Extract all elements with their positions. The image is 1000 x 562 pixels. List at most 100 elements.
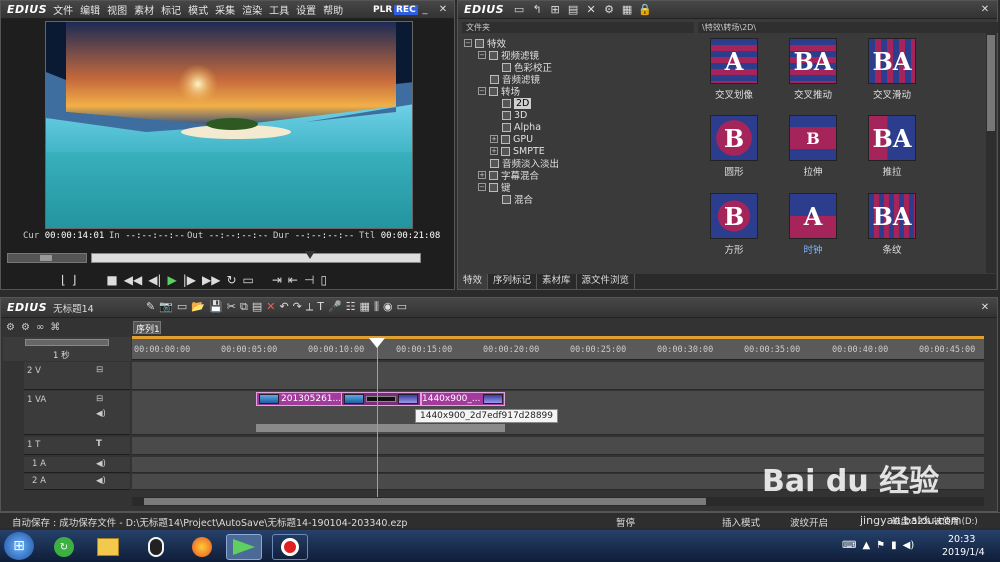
text-icon[interactable]: T (317, 300, 324, 314)
clock-date[interactable]: 2019/1/4 (942, 547, 985, 558)
image-clip[interactable]: 1440x900_... (421, 392, 505, 406)
layout-icon[interactable]: ▭ (397, 300, 407, 314)
insert-mode-status[interactable]: 插入模式 (722, 515, 760, 529)
audio-icon[interactable]: ◀) (96, 409, 106, 419)
tab-library[interactable]: 素材库 (537, 274, 577, 289)
tree-item[interactable]: − 特效 (464, 37, 506, 50)
effect-item[interactable]: A 交叉划像 (706, 38, 762, 101)
tree-item-selected[interactable]: 2D (502, 97, 532, 109)
taskbar-app[interactable]: ↻ (46, 534, 82, 560)
track-header-1va[interactable]: 1 VA ⊟ ◀) (24, 391, 130, 435)
video-preview[interactable] (45, 21, 413, 229)
stop-icon[interactable]: ■ (106, 273, 117, 287)
tree-item[interactable]: 3D (502, 109, 527, 121)
keyboard-icon[interactable]: ⌨ (842, 540, 856, 551)
track-header-2v[interactable]: 2 V ⊟ (24, 362, 130, 390)
menu-tools[interactable]: 工具 (269, 2, 289, 17)
set-out-icon[interactable]: ⌋ (72, 273, 77, 287)
track-toggle-icon[interactable]: ⊟ (96, 365, 103, 375)
menu-clip[interactable]: 素材 (134, 2, 154, 17)
rewind-icon[interactable]: ◀◀ (124, 273, 142, 287)
track-header-1a[interactable]: 1 A ◀) (24, 457, 130, 473)
new-icon[interactable]: ▭ (177, 300, 187, 314)
shuttle-slider[interactable] (7, 253, 87, 263)
tab-sequence-markers[interactable]: 序列标记 (488, 274, 538, 289)
mic-icon[interactable]: 🎤 (328, 300, 342, 314)
volume-icon[interactable]: ◀) (903, 540, 915, 551)
sequence-tab[interactable]: 序列1 (133, 321, 161, 335)
audio-icon[interactable]: ◀) (96, 476, 106, 486)
effect-scrollbar[interactable] (986, 33, 996, 273)
up-folder-icon[interactable]: ↰ (528, 2, 546, 18)
track-header-1t[interactable]: 1 T T (24, 437, 130, 455)
start-button[interactable]: ⊞ (4, 532, 34, 560)
razor-icon[interactable]: ⟂ (306, 300, 313, 314)
menu-edit[interactable]: 编辑 (80, 2, 100, 17)
effect-item[interactable]: B 拉伸 (785, 115, 841, 178)
undo-icon[interactable]: ↶ (279, 300, 288, 314)
audio-icon[interactable]: ◀) (96, 459, 106, 469)
tree-item[interactable]: − 键 (478, 181, 511, 194)
taskbar-app-active[interactable] (226, 534, 262, 560)
paste-icon[interactable]: ▤ (252, 300, 262, 314)
menu-settings[interactable]: 设置 (296, 2, 316, 17)
rec-button[interactable]: REC (394, 4, 418, 15)
set-in-icon[interactable]: ⌊ (61, 273, 66, 287)
link-icon[interactable]: ∞ (36, 322, 44, 333)
clock-time[interactable]: 20:33 (948, 534, 975, 545)
redo-icon[interactable]: ↷ (293, 300, 302, 314)
taskbar-app[interactable] (138, 534, 174, 560)
effect-item[interactable]: B 圆形 (706, 115, 762, 178)
settings-icon[interactable]: ✎ (146, 300, 155, 314)
menu-mode[interactable]: 模式 (188, 2, 208, 17)
effect-item[interactable]: BA 条纹 (864, 193, 920, 256)
close-button-2[interactable]: ✕ (977, 3, 993, 17)
tree-item[interactable]: Alpha (502, 121, 541, 133)
view-icon[interactable]: ▤ (564, 2, 582, 18)
mode-icon[interactable]: ⚙ (21, 322, 30, 333)
loop-icon[interactable]: ↻ (226, 273, 236, 287)
zoom-slider[interactable] (25, 339, 109, 346)
replace-icon[interactable]: ⇤ (288, 273, 298, 287)
close-button-3[interactable]: ✕ (977, 301, 993, 315)
scrubber-handle[interactable] (305, 251, 315, 259)
effect-item[interactable]: BA 推拉 (864, 115, 920, 178)
audio-mixer-icon[interactable]: ⫼ (374, 300, 379, 314)
mixer-icon[interactable]: ☷ (346, 300, 356, 314)
step-back-icon[interactable]: ◀| (148, 273, 161, 287)
lock-icon[interactable]: 🔒 (636, 2, 654, 18)
effect-item[interactable]: BA 交叉推动 (785, 38, 841, 101)
menu-help[interactable]: 帮助 (323, 2, 343, 17)
save-icon[interactable]: 💾 (209, 300, 223, 314)
tab-effects[interactable]: 特效 (458, 274, 489, 289)
track-1t[interactable] (132, 437, 984, 455)
add-icon[interactable]: ⊞ (546, 2, 564, 18)
snapshot-icon[interactable]: 📷 (159, 300, 173, 314)
track-toggle-icon[interactable]: ⊟ (96, 394, 103, 404)
cut-icon[interactable]: ✂ (227, 300, 236, 314)
marker-icon[interactable]: ◉ (383, 300, 393, 314)
track-2v[interactable] (132, 362, 984, 390)
scroll-thumb[interactable] (987, 35, 995, 131)
shuttle-handle[interactable] (40, 255, 52, 261)
insert-icon[interactable]: ⇥ (272, 273, 282, 287)
delete-icon[interactable]: ✕ (582, 2, 600, 18)
effect-item[interactable]: A 时钟 (785, 193, 841, 256)
mode-icon[interactable]: ⌘ (50, 322, 60, 333)
overwrite-icon[interactable]: ▭ (243, 273, 254, 287)
menu-marker[interactable]: 标记 (161, 2, 181, 17)
transition-clip[interactable] (341, 392, 421, 406)
network-icon[interactable]: ▮ (891, 540, 897, 551)
split-icon[interactable]: ⊣ (304, 273, 314, 287)
grid-icon[interactable]: ▦ (360, 300, 370, 314)
scroll-thumb[interactable] (144, 498, 706, 505)
tree-item[interactable]: 混合 (502, 193, 533, 206)
copy-icon[interactable]: ⧉ (240, 300, 248, 314)
minimize-button[interactable]: _ (417, 3, 433, 17)
flag-icon[interactable]: ⚑ (876, 540, 885, 551)
taskbar-app[interactable] (272, 534, 308, 560)
title-icon[interactable]: T (96, 439, 102, 449)
playhead-handle[interactable] (369, 338, 385, 348)
fast-forward-icon[interactable]: ▶▶ (202, 273, 220, 287)
step-forward-icon[interactable]: |▶ (183, 273, 196, 287)
